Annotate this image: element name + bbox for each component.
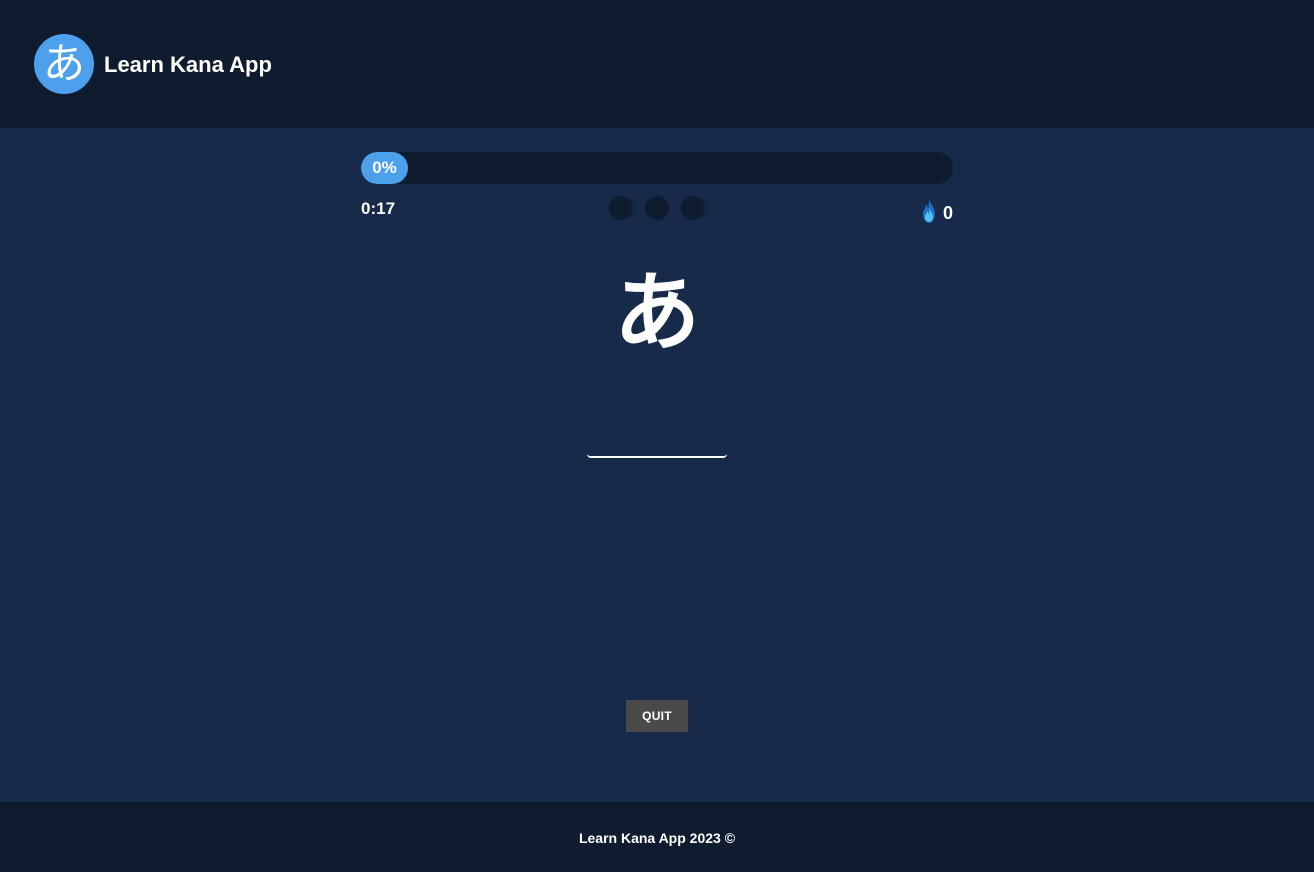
progress-fill: 0% (361, 152, 408, 184)
app-title[interactable]: Learn Kana App (104, 52, 272, 78)
app-footer: Learn Kana App 2023 © (0, 802, 1314, 872)
progress-bar: 0% (361, 152, 953, 184)
answer-input[interactable] (587, 428, 727, 458)
flame-icon (922, 199, 935, 223)
life-dot (609, 196, 633, 220)
streak-counter: 0 (921, 196, 953, 224)
quit-button[interactable]: QUIT (626, 700, 688, 732)
streak-count: 0 (942, 203, 953, 223)
lives-indicator (609, 196, 705, 220)
logo-kana: あ (42, 39, 85, 88)
life-dot (645, 196, 669, 220)
kana-character: あ (614, 263, 700, 363)
progress-label: 0% (372, 158, 397, 177)
timer: 0:17 (361, 199, 396, 218)
life-dot (681, 196, 705, 220)
app-header: あ Learn Kana App (0, 0, 1314, 128)
app-logo[interactable]: あ (34, 34, 94, 94)
footer-text: Learn Kana App 2023 © (578, 830, 736, 846)
